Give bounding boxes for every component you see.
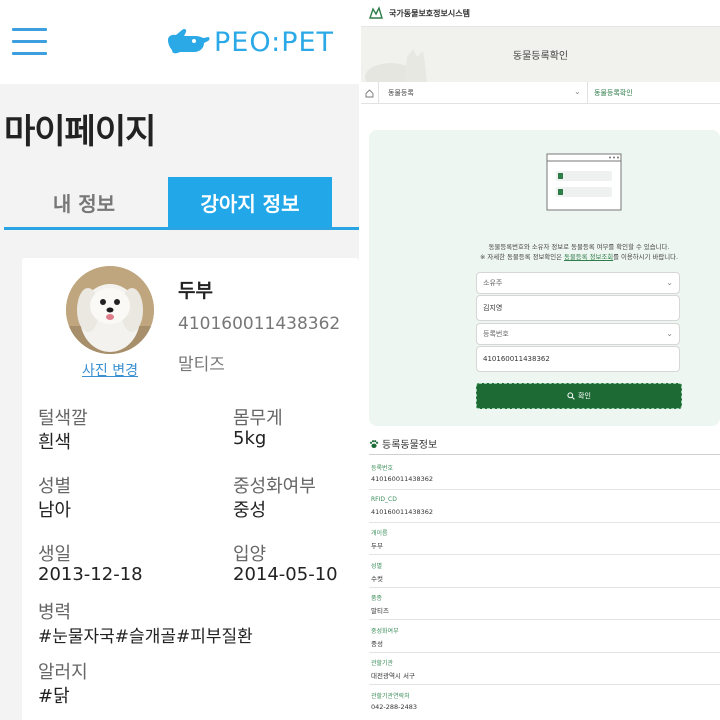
allergy-label: 알러지 bbox=[38, 662, 88, 683]
info-row-label: 중성화여부 bbox=[371, 627, 399, 635]
app-header: PEO:PET bbox=[0, 0, 359, 84]
history-label: 병력 bbox=[38, 602, 72, 623]
info-row-divider bbox=[369, 554, 720, 555]
chevron-down-icon[interactable]: ⌄ bbox=[574, 87, 581, 96]
page-title: 마이페이지 bbox=[4, 112, 156, 152]
tab-my-info[interactable]: 내 정보 bbox=[0, 177, 168, 227]
peopet-app-panel: PEO:PET 마이페이지 내 정보 강아지 정보 사진 변경 두부 41016… bbox=[0, 0, 359, 720]
dog-avatar bbox=[66, 266, 154, 354]
owner-name-value: 김지영 bbox=[483, 304, 503, 312]
profile-tabs: 내 정보 강아지 정보 bbox=[0, 177, 359, 231]
confirm-button-label: 확인 bbox=[578, 392, 591, 400]
confirm-button[interactable]: 확인 bbox=[476, 383, 682, 409]
info-row-divider bbox=[369, 521, 720, 523]
chevron-down-icon: ⌄ bbox=[666, 329, 673, 338]
info-row-label: 등록번호 bbox=[371, 465, 394, 472]
info-row-value: 410160011438362 bbox=[371, 507, 434, 516]
tab-underline bbox=[4, 227, 359, 230]
breadcrumb: 동물등록 ⌄ 동물등록확인 bbox=[361, 82, 720, 104]
adopted-value: 2014-05-10 bbox=[233, 564, 338, 585]
section-divider bbox=[369, 454, 720, 455]
info-row-divider bbox=[369, 489, 720, 490]
allergy-value: #닭 bbox=[38, 686, 70, 707]
number-type-select-value: 등록번호 bbox=[483, 330, 509, 338]
info-row-value: 두부 bbox=[371, 542, 383, 550]
page-banner: 동물등록확인 bbox=[361, 27, 720, 82]
breadcrumb-registration[interactable]: 동물등록 bbox=[388, 88, 414, 98]
banner-title: 동물등록확인 bbox=[512, 51, 569, 62]
info-row-value: 중성 bbox=[371, 639, 383, 648]
adopted-label: 입양 bbox=[233, 544, 267, 565]
app-logo-text: PEO:PET bbox=[214, 26, 335, 58]
site-logo-icon[interactable] bbox=[369, 6, 383, 20]
lookup-note: ※ 자세한 동물등록 정보확인은 동물등록 정보조회를 이용하시기 바랍니다. bbox=[459, 252, 699, 261]
owner-name-input[interactable]: 김지영 bbox=[476, 295, 680, 321]
info-row-label: 성별 bbox=[371, 562, 383, 570]
info-row-divider bbox=[369, 684, 720, 685]
lookup-note-suffix: 를 이용하시기 바랍니다. bbox=[613, 253, 678, 261]
breadcrumb-registration-check[interactable]: 동물등록확인 bbox=[594, 88, 633, 98]
info-row-label: 관할기관연락처 bbox=[371, 692, 410, 700]
dog-registration-number: 410160011438362 bbox=[178, 314, 341, 334]
birth-value: 2013-12-18 bbox=[38, 564, 143, 585]
dog-hand-logo-icon bbox=[168, 28, 210, 54]
info-row-label: 관할기관 bbox=[371, 660, 394, 667]
number-type-select[interactable]: 등록번호 ⌄ bbox=[476, 323, 680, 345]
info-row-divider bbox=[369, 619, 720, 620]
breadcrumb-divider bbox=[587, 82, 588, 104]
dog-breed: 말티즈 bbox=[178, 355, 225, 375]
registration-number-value: 410160011438362 bbox=[483, 355, 550, 363]
info-row-value: 수컷 bbox=[371, 574, 383, 583]
home-icon[interactable] bbox=[361, 82, 379, 104]
tab-dog-info[interactable]: 강아지 정보 bbox=[168, 177, 332, 227]
neutered-value: 중성 bbox=[233, 500, 267, 521]
fur-color-value: 흰색 bbox=[38, 432, 72, 453]
history-value: #눈물자국#슬개골#피부질환 bbox=[38, 627, 253, 647]
lookup-description: 동물등록번호와 소유자 정보로 동물등록 여부를 확인할 수 있습니다. bbox=[488, 243, 670, 251]
info-row-divider bbox=[369, 586, 720, 588]
info-row-label: RFID_CD bbox=[371, 495, 397, 503]
info-row-label: 개이름 bbox=[371, 530, 388, 537]
owner-type-select-value: 소유주 bbox=[483, 279, 503, 287]
weight-value: 5kg bbox=[233, 428, 267, 449]
info-row-value: 말티즈 bbox=[371, 607, 389, 615]
section-title-text: 등록동물정보 bbox=[382, 440, 438, 451]
section-title: 등록동물정보 bbox=[369, 436, 437, 451]
owner-type-select[interactable]: 소유주 ⌄ bbox=[476, 272, 680, 294]
info-row-value: 대전광역시 서구 bbox=[371, 672, 415, 680]
neutered-label: 중성화여부 bbox=[233, 476, 316, 497]
site-header: 국가동물보호정보시스템 bbox=[361, 0, 720, 27]
app-logo[interactable]: PEO:PET bbox=[166, 22, 334, 62]
browser-illustration-icon bbox=[546, 153, 622, 211]
gender-value: 남아 bbox=[38, 500, 72, 521]
site-title[interactable]: 국가동물보호정보시스템 bbox=[389, 8, 470, 19]
info-row-label: 품종 bbox=[371, 595, 383, 602]
search-icon bbox=[567, 392, 575, 400]
gender-label: 성별 bbox=[38, 476, 72, 497]
registration-number-input[interactable]: 410160011438362 bbox=[476, 346, 680, 372]
change-photo-link[interactable]: 사진 변경 bbox=[82, 360, 138, 380]
lookup-note-prefix: ※ 자세한 동물등록 정보확인은 bbox=[479, 253, 565, 261]
dog-name: 두부 bbox=[178, 280, 213, 302]
dog-photo-image bbox=[66, 266, 154, 354]
info-row-value: 042-288-2483 bbox=[371, 702, 418, 711]
registration-info-link[interactable]: 동물등록 정보조회 bbox=[564, 253, 613, 261]
birth-label: 생일 bbox=[38, 544, 72, 565]
dog-info-card: 사진 변경 두부 410160011438362 말티즈 털색깔 흰색 몸무게 … bbox=[22, 258, 359, 720]
paw-icon bbox=[369, 439, 379, 448]
fur-color-label: 털색깔 bbox=[38, 408, 88, 429]
weight-label: 몸무게 bbox=[233, 408, 283, 429]
chevron-down-icon: ⌄ bbox=[666, 278, 673, 287]
info-row-divider bbox=[369, 651, 720, 653]
info-row-value: 410160011438362 bbox=[371, 475, 434, 483]
menu-icon[interactable] bbox=[12, 26, 48, 58]
